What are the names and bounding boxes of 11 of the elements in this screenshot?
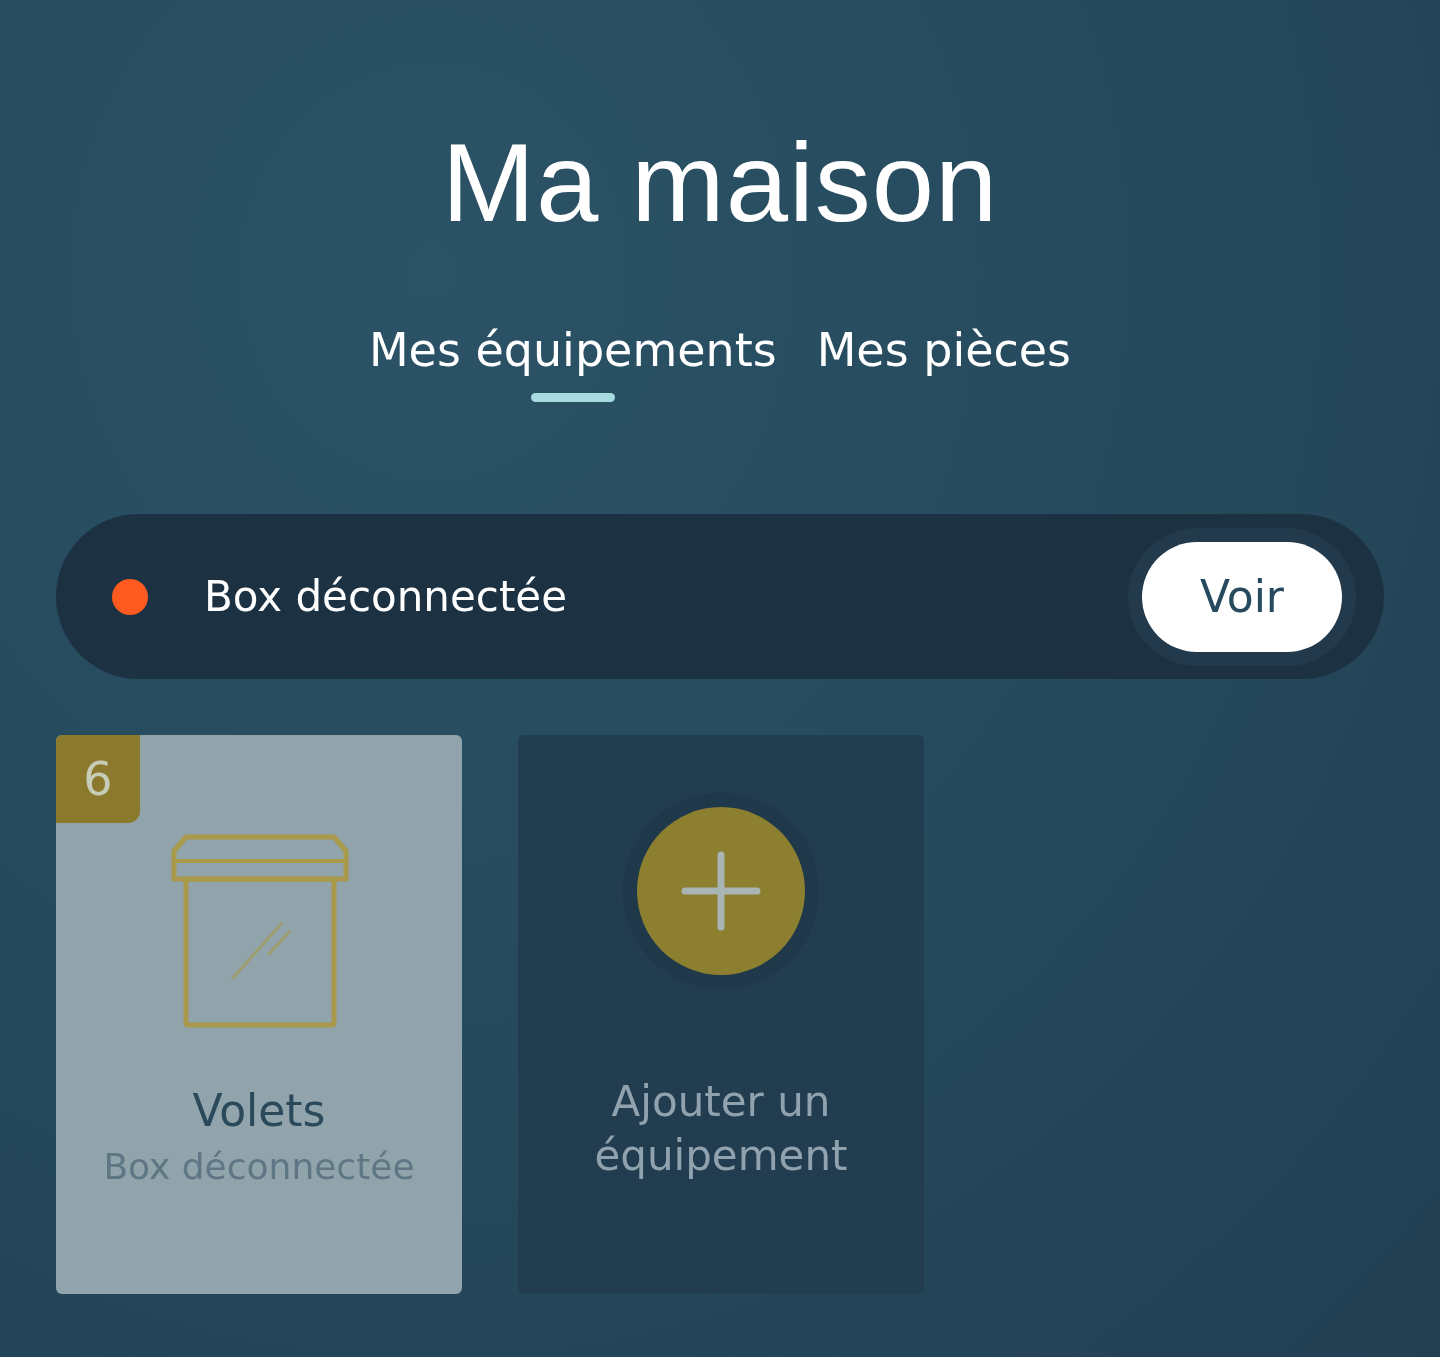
device-name: Volets bbox=[192, 1085, 326, 1136]
add-device-card[interactable]: Ajouter un équipement bbox=[518, 735, 924, 1294]
count-badge: 6 bbox=[56, 735, 140, 823]
page-title: Ma maison bbox=[440, 119, 1000, 247]
tab[interactable]: Mes équipements bbox=[368, 320, 777, 402]
add-device-label: Ajouter un équipement bbox=[593, 1076, 849, 1182]
tab[interactable]: Mes pièces bbox=[816, 320, 1072, 402]
plus-icon[interactable] bbox=[637, 807, 805, 975]
status-dot bbox=[112, 578, 148, 615]
status-text: Box déconnectée bbox=[204, 572, 569, 621]
view-button[interactable]: Voir bbox=[1142, 541, 1342, 652]
